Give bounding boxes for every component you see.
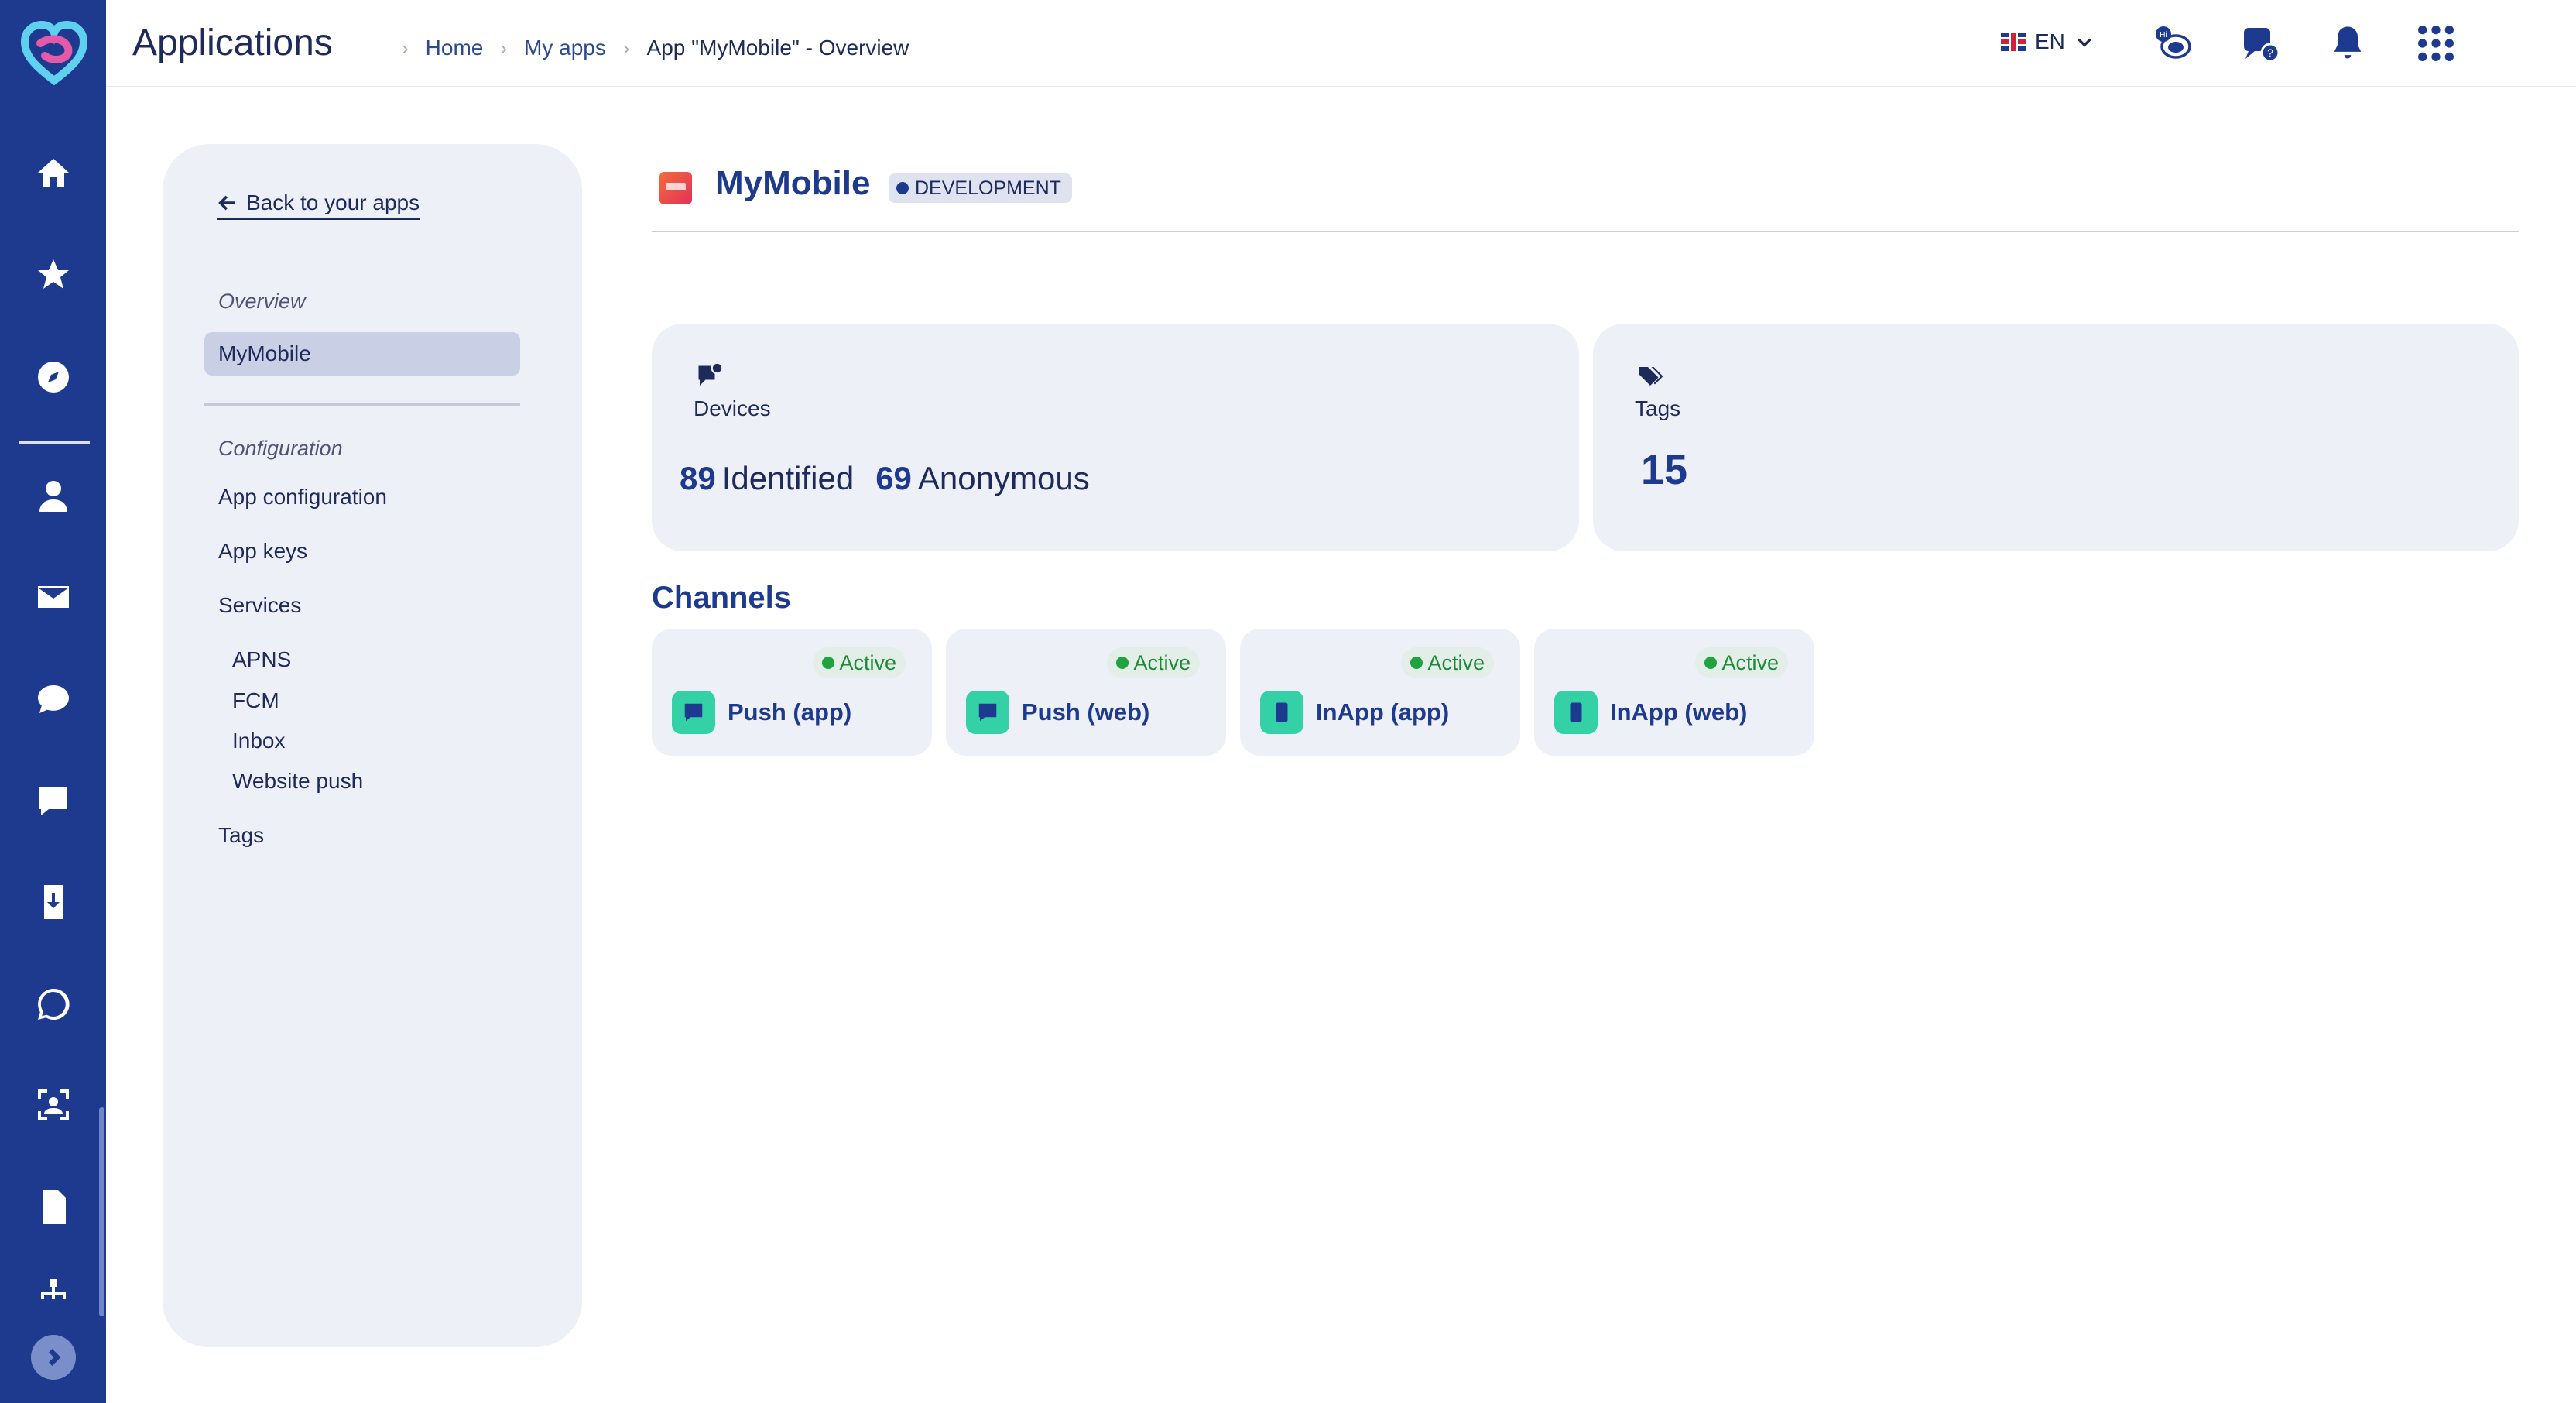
rail-sms-icon[interactable]: [22, 667, 85, 731]
rail-user-icon[interactable]: [22, 465, 85, 528]
support-chat-icon[interactable]: ?: [2235, 17, 2287, 70]
rail-divider: [19, 441, 90, 444]
channel-status-badge: Active: [813, 647, 906, 678]
mobile-icon: [1554, 691, 1598, 734]
channel-card-push-app[interactable]: Active Push (app): [652, 629, 932, 756]
language-selector[interactable]: EN: [2001, 29, 2095, 54]
subnav-item-website-push[interactable]: Website push: [232, 769, 363, 794]
channel-card-inapp-web[interactable]: Active InApp (web): [1534, 629, 1814, 756]
page-title: Applications: [132, 22, 333, 63]
subnav-item-mymobile[interactable]: MyMobile: [204, 332, 520, 376]
main-nav-rail: [0, 0, 106, 1403]
svg-text:?: ?: [2267, 46, 2273, 59]
back-link-label: Back to your apps: [246, 190, 420, 214]
rail-mobile-download-icon[interactable]: [22, 870, 85, 934]
channels-title: Channels: [652, 581, 792, 615]
channel-card-push-web[interactable]: Active Push (web): [946, 629, 1226, 756]
chat-bubble-icon: [672, 691, 715, 734]
bell-icon[interactable]: [2321, 17, 2374, 70]
brand-logo-icon[interactable]: [20, 20, 88, 86]
subnav-divider: [204, 403, 520, 406]
arrow-left-icon: [218, 195, 235, 211]
breadcrumb-separator-icon: ›: [402, 36, 409, 60]
rail-compass-icon[interactable]: [22, 345, 85, 409]
devices-card: Devices 89 Identified 69 Anonymous: [652, 324, 1579, 551]
channel-label: Push (web): [1022, 698, 1150, 726]
tags-count: 15: [1641, 447, 1688, 493]
overview-section-title: Overview: [218, 290, 306, 313]
top-bar: Applications › Home › My apps › App "MyM…: [106, 0, 2576, 87]
chatbot-hi-icon[interactable]: Hi: [2146, 17, 2199, 70]
tags-card: Tags 15: [1593, 324, 2519, 551]
identified-label: Identified: [721, 460, 855, 496]
rail-expand-chevron-right-icon[interactable]: [31, 1335, 76, 1380]
environment-badge: DEVELOPMENT: [889, 173, 1072, 203]
rail-envelope-icon[interactable]: [22, 565, 85, 629]
rail-face-recognition-icon[interactable]: [22, 1073, 85, 1137]
subnav-item-app-configuration[interactable]: App configuration: [218, 485, 387, 509]
flag-uk-icon: [2001, 33, 2026, 51]
breadcrumb: › Home › My apps › App "MyMobile" - Over…: [385, 36, 909, 60]
rail-star-icon[interactable]: [22, 243, 85, 307]
back-to-apps-link[interactable]: Back to your apps: [217, 190, 420, 220]
subnav-item-tags[interactable]: Tags: [218, 823, 264, 848]
breadcrumb-home[interactable]: Home: [426, 36, 484, 60]
rail-scrollbar[interactable]: [99, 1107, 104, 1316]
app-name: MyMobile: [715, 164, 871, 202]
channel-status-badge: Active: [1401, 647, 1494, 678]
chat-bubble-icon: [966, 691, 1009, 734]
channel-label: InApp (app): [1316, 698, 1450, 726]
breadcrumb-my-apps[interactable]: My apps: [524, 36, 606, 60]
identified-count: 89: [680, 460, 716, 496]
subnav-item-inbox[interactable]: Inbox: [232, 729, 286, 753]
app-subnav: Back to your apps Overview MyMobile Conf…: [163, 144, 582, 1347]
devices-counts: 89 Identified 69 Anonymous: [680, 460, 1090, 497]
chevron-down-icon: [2078, 38, 2091, 47]
channel-label: Push (app): [728, 698, 852, 726]
subnav-item-apns[interactable]: APNS: [232, 647, 291, 672]
channel-label: InApp (web): [1610, 698, 1748, 726]
breadcrumb-current: App "MyMobile" - Overview: [646, 36, 909, 60]
subnav-item-services[interactable]: Services: [218, 593, 301, 618]
breadcrumb-separator-icon: ›: [622, 36, 630, 60]
tags-icon: [1636, 362, 1664, 390]
mobile-icon: [1260, 691, 1303, 734]
subnav-item-fcm[interactable]: FCM: [232, 688, 279, 713]
app-logo: [659, 172, 692, 204]
channel-card-inapp-app[interactable]: Active InApp (app): [1240, 629, 1520, 756]
channel-status-badge: Active: [1695, 647, 1788, 678]
devices-label: Devices: [694, 396, 771, 420]
anonymous-count: 69: [875, 460, 912, 496]
rail-org-chart-icon[interactable]: [22, 1276, 85, 1315]
header-divider: [652, 231, 2519, 232]
channel-status-badge: Active: [1107, 647, 1200, 678]
tags-label: Tags: [1635, 396, 1681, 420]
configuration-section-title: Configuration: [218, 437, 343, 460]
devices-icon: [695, 362, 724, 390]
language-code: EN: [2035, 29, 2065, 53]
breadcrumb-separator-icon: ›: [500, 36, 508, 60]
rail-whatsapp-icon[interactable]: [22, 972, 85, 1036]
subnav-item-app-keys[interactable]: App keys: [218, 539, 307, 564]
anonymous-label: Anonymous: [917, 460, 1090, 496]
rail-home-icon[interactable]: [22, 141, 85, 204]
app-grid-icon[interactable]: [2410, 17, 2462, 70]
rail-document-icon[interactable]: [22, 1175, 85, 1239]
svg-text:Hi: Hi: [2160, 31, 2167, 39]
rail-chat-bubble-icon[interactable]: [22, 770, 85, 833]
